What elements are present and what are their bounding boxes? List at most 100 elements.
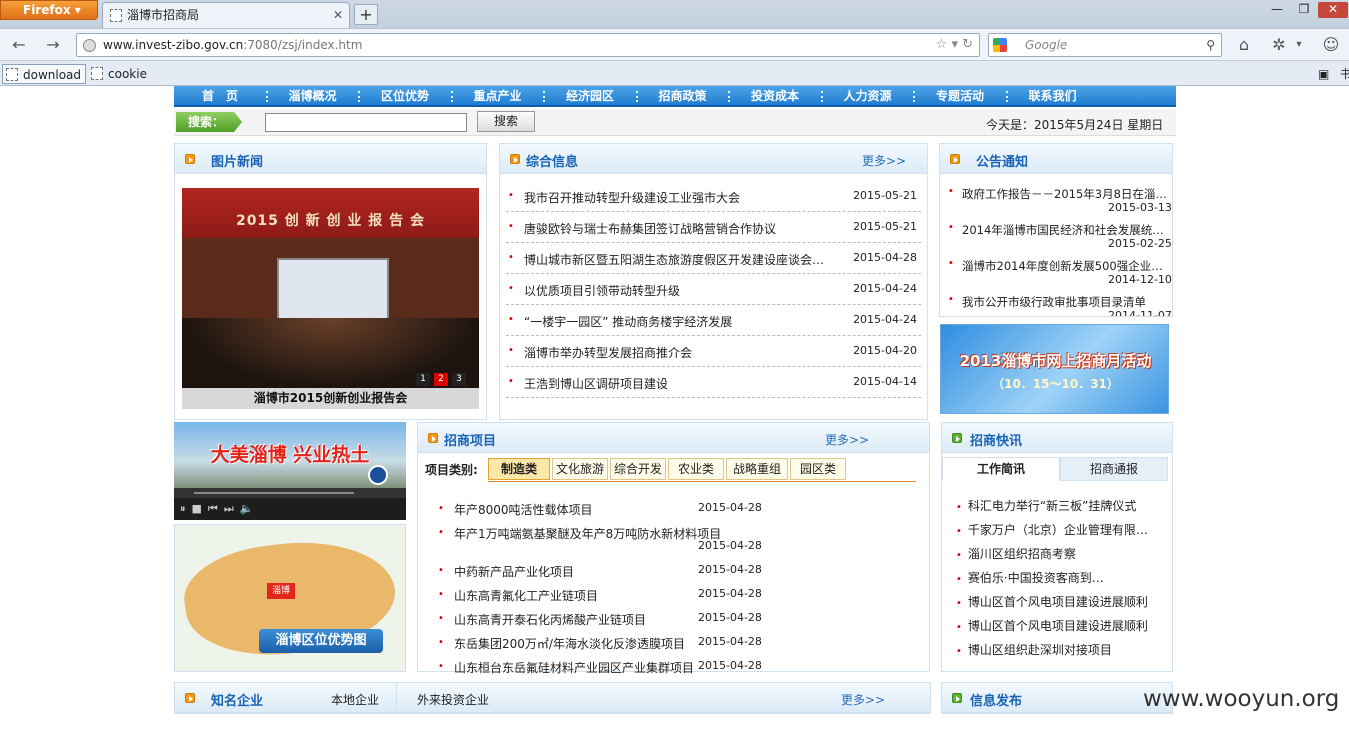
search-icon[interactable]: ⚲ [1206,34,1215,56]
notice-title[interactable]: 政府工作报告－－2015年3月8日在淄… [962,186,1172,202]
slide-page-1[interactable]: 1 [416,373,430,386]
nav-item[interactable]: 联系我们 [1007,86,1099,107]
project-item[interactable]: • 山东桓台东岳氟硅材料产业园区产业集群项目 2015-04-28 [438,659,768,683]
site-search-button[interactable]: 搜索 [477,111,535,132]
bookmark-download[interactable]: download [2,64,86,84]
quick-news-item[interactable]: • 博山区首个风电项目建设进展顺利 [956,617,1148,634]
location-map[interactable]: 淄博 淄博区位优势图 [174,524,406,672]
firefox-menu-button[interactable]: Firefox ▾ [0,0,98,20]
quick-news-title[interactable]: 科汇电力举行“新三板”挂牌仪式 [968,499,1136,513]
project-title[interactable]: 山东桓台东岳氟硅材料产业园区产业集群项目 [454,659,694,676]
greasemonkey-icon[interactable]: ☺ [1320,34,1342,56]
more-link[interactable]: 更多>> [825,431,869,448]
nav-item[interactable]: 人力资源 [822,86,914,107]
notice-item[interactable]: • 政府工作报告－－2015年3月8日在淄… 2015-03-13 [948,186,1172,220]
video-controls[interactable]: ⏸■⏮⏭🔈 [174,498,406,520]
quick-news-title[interactable]: 淄川区组织招商考察 [968,547,1076,561]
news-photo[interactable]: 2015 创 新 创 业 报 告 会 淄博市2015创新创业报告会 1 2 3 [182,188,479,409]
prev-icon[interactable]: ⏮ [208,502,224,515]
address-bar[interactable]: www.invest-zibo.gov.cn:7080/zsj/index.ht… [76,33,980,57]
project-title[interactable]: 年产8000吨活性载体项目 [454,501,593,518]
tab-work-briefs[interactable]: 工作简讯 [942,457,1060,481]
bookmarks-menu[interactable]: ▣ 书 [1316,64,1349,84]
forward-arrow-icon[interactable]: → [42,34,64,56]
restore-button[interactable]: ❐ [1291,2,1317,18]
notice-title[interactable]: 我市公开市级行政审批事项目录清单 [962,294,1172,310]
category-tab[interactable]: 综合开发 [610,458,666,480]
bookmark-cookie[interactable]: cookie [88,64,158,84]
next-icon[interactable]: ⏭ [224,502,240,515]
item-title[interactable]: 博山城市新区暨五阳湖生态旅游度假区开发建设座谈会… [524,251,824,268]
project-title[interactable]: 年产1万吨端氨基聚醚及年产8万吨防水新材料项目 [454,525,721,542]
item-title[interactable]: 王浩到博山区调研项目建设 [524,375,668,392]
promo-video[interactable]: 大美淄博 兴业热土 ⏸■⏮⏭🔈 [174,422,406,520]
back-arrow-icon[interactable]: ← [8,34,30,56]
category-tab[interactable]: 文化旅游 [552,458,608,480]
category-tab[interactable]: 战略重组 [726,458,788,480]
project-item[interactable]: • 年产8000吨活性载体项目 2015-04-28 [438,501,768,525]
stop-icon[interactable]: ■ [192,502,208,515]
quick-news-item[interactable]: • 博山区首个风电项目建设进展顺利 [956,593,1148,610]
web-search-input[interactable]: Google ⚲ [988,33,1222,57]
quick-news-item[interactable]: • 博山区组织赴深圳对接项目 [956,641,1112,658]
tab-foreign-companies[interactable]: 外来投资企业 [417,691,489,708]
minimize-button[interactable]: — [1264,2,1290,18]
quick-news-title[interactable]: 博山区首个风电项目建设进展顺利 [968,619,1148,633]
list-item[interactable]: • 王浩到博山区调研项目建设 2015-04-14 [506,367,921,398]
category-tab[interactable]: 园区类 [790,458,846,480]
nav-item[interactable]: 经济园区 [544,86,636,107]
nav-item[interactable]: 招商政策 [637,86,729,107]
notice-title[interactable]: 淄博市2014年度创新发展500强企业… [962,258,1172,274]
item-title[interactable]: 淄博市举办转型发展招商推介会 [524,344,692,361]
nav-item[interactable]: 区位优势 [359,86,451,107]
project-item[interactable]: • 年产1万吨端氨基聚醚及年产8万吨防水新材料项目 2015-04-28 [438,525,768,552]
project-title[interactable]: 东岳集团200万㎡/年海水淡化反渗透膜项目 [454,635,685,652]
quick-news-item[interactable]: • 赛伯乐·中国投资客商到… [956,569,1104,586]
play-icon[interactable] [368,465,388,485]
bookmark-star-icon[interactable]: ☆ ▾ ↻ [936,34,973,56]
more-link[interactable]: 更多>> [862,152,906,169]
nav-item[interactable]: 淄博概况 [267,86,359,107]
nav-item[interactable]: 投资成本 [729,86,821,107]
addon-icon[interactable]: ✲ [1268,34,1290,56]
project-item[interactable]: • 中药新产品产业化项目 2015-04-28 [438,563,768,587]
category-tab[interactable]: 农业类 [668,458,724,480]
project-item[interactable]: • 山东高青开泰石化丙烯酸产业链项目 2015-04-28 [438,611,768,635]
list-item[interactable]: • 淄博市举办转型发展招商推介会 2015-04-20 [506,336,921,367]
quick-news-title[interactable]: 博山区首个风电项目建设进展顺利 [968,595,1148,609]
quick-news-item[interactable]: • 淄川区组织招商考察 [956,545,1076,562]
quick-news-title[interactable]: 千家万户（北京）企业管理有限… [968,523,1148,537]
new-tab-button[interactable]: + [354,4,378,25]
project-item[interactable]: • 山东高青氟化工产业链项目 2015-04-28 [438,587,768,611]
tab-local-companies[interactable]: 本地企业 [331,691,379,708]
pause-icon[interactable]: ⏸ [180,502,192,515]
quick-news-item[interactable]: • 科汇电力举行“新三板”挂牌仪式 [956,497,1136,514]
list-item[interactable]: • 唐骏欧铃与瑞士布赫集团签订战略营销合作协议 2015-05-21 [506,212,921,243]
category-tab[interactable]: 制造类 [488,458,550,480]
quick-news-item[interactable]: • 千家万户（北京）企业管理有限… [956,521,1148,538]
item-title[interactable]: 唐骏欧铃与瑞士布赫集团签订战略营销合作协议 [524,220,776,237]
list-item[interactable]: • 我市召开推动转型升级建设工业强市大会 2015-05-21 [506,181,921,212]
item-title[interactable]: 我市召开推动转型升级建设工业强市大会 [524,189,740,206]
item-title[interactable]: 以优质项目引领带动转型升级 [524,282,680,299]
project-item[interactable]: • 东岳集团200万㎡/年海水淡化反渗透膜项目 2015-04-28 [438,635,768,659]
more-link[interactable]: 更多>> [841,691,885,708]
quick-news-title[interactable]: 博山区组织赴深圳对接项目 [968,643,1112,657]
notice-item[interactable]: • 2014年淄博市国民经济和社会发展统… 2015-02-25 [948,222,1172,256]
site-search-input[interactable] [265,113,467,132]
volume-icon[interactable]: 🔈 [240,502,260,515]
notice-item[interactable]: • 我市公开市级行政审批事项目录清单 2014-11-07 [948,294,1172,316]
nav-item[interactable]: 专题活动 [914,86,1006,107]
project-title[interactable]: 中药新产品产业化项目 [454,563,574,580]
slide-page-2[interactable]: 2 [434,373,448,386]
slide-page-3[interactable]: 3 [452,373,466,386]
item-title[interactable]: “一楼宇一园区” 推动商务楼宇经济发展 [524,313,732,330]
list-item[interactable]: • 博山城市新区暨五阳湖生态旅游度假区开发建设座谈会… 2015-04-28 [506,243,921,274]
window-close-button[interactable]: ✕ [1318,2,1348,18]
video-progress[interactable] [174,488,406,498]
notice-item[interactable]: • 淄博市2014年度创新发展500强企业… 2014-12-10 [948,258,1172,292]
quick-news-title[interactable]: 赛伯乐·中国投资客商到… [968,571,1104,585]
nav-item[interactable]: 首 页 [174,86,266,107]
project-title[interactable]: 山东高青氟化工产业链项目 [454,587,598,604]
nav-item[interactable]: 重点产业 [452,86,544,107]
